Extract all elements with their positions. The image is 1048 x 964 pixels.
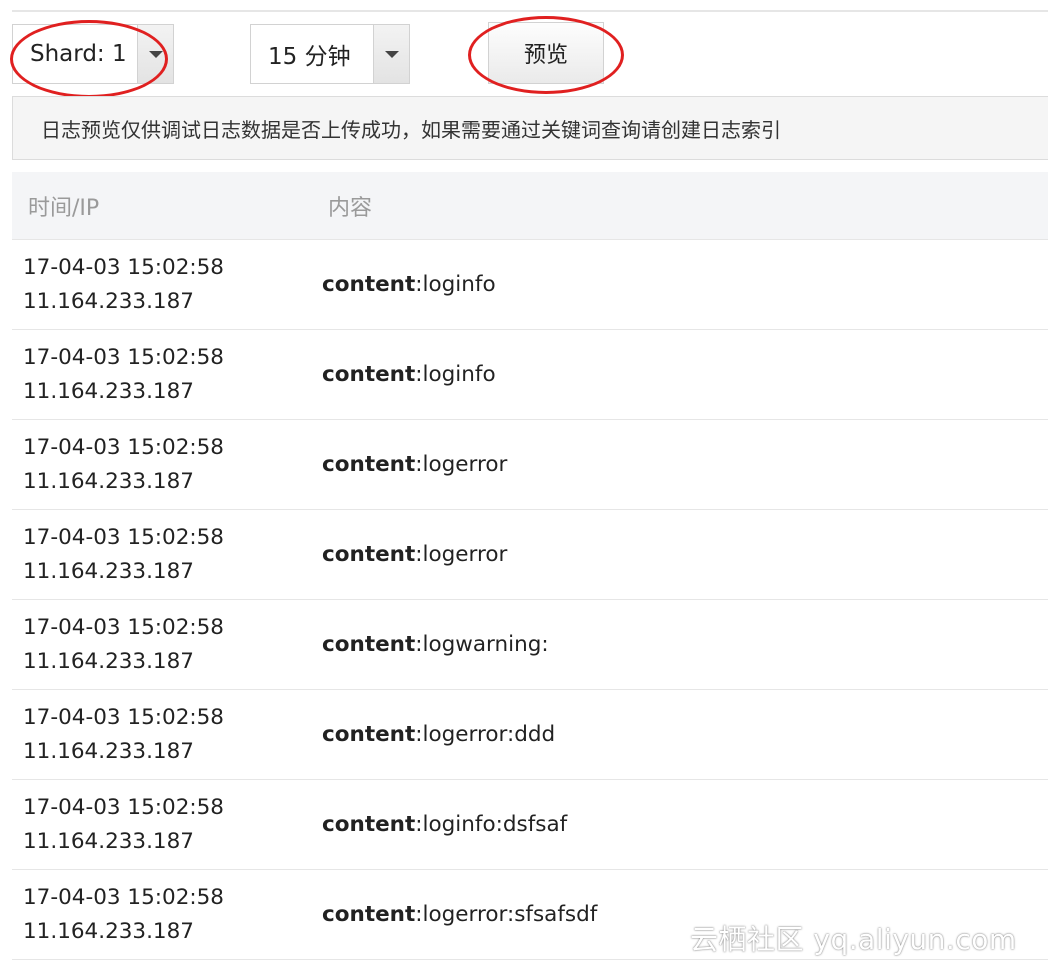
content-key: content: [322, 362, 416, 387]
log-ip: 11.164.233.187: [23, 468, 194, 494]
content-cell: content:logwarning:: [312, 632, 549, 657]
table-row[interactable]: 17-04-03 15:02:58 11.164.233.187 content:l…: [12, 240, 1048, 330]
content-key: content: [322, 902, 416, 927]
shard-select[interactable]: Shard: 1: [12, 24, 174, 84]
time-ip-cell: 17-04-03 15:02:58 11.164.233.187: [12, 521, 312, 589]
log-ip: 11.164.233.187: [23, 828, 194, 854]
notice-text: 日志预览仅供调试日志数据是否上传成功，如果需要通过关键词查询请创建日志索引: [41, 117, 781, 142]
log-ip: 11.164.233.187: [23, 918, 194, 944]
time-ip-cell: 17-04-03 15:02:58 11.164.233.187: [12, 611, 312, 679]
time-ip-cell: 17-04-03 15:02:58 11.164.233.187: [12, 251, 312, 319]
log-time: 17-04-03 15:02:58: [23, 344, 224, 370]
watermark: 云栖社区 yq.aliyun.com: [690, 923, 1017, 956]
time-ip-cell: 17-04-03 15:02:58 11.164.233.187: [12, 431, 312, 499]
log-ip: 11.164.233.187: [23, 378, 194, 404]
log-time: 17-04-03 15:02:58: [23, 794, 224, 820]
log-time: 17-04-03 15:02:58: [23, 254, 224, 280]
content-value: :logerror:sfsafsdf: [415, 902, 598, 927]
table-row[interactable]: 17-04-03 15:02:58 11.164.233.187 content:l…: [12, 600, 1048, 690]
shard-select-value: Shard: 1: [30, 41, 127, 67]
content-key: content: [322, 632, 416, 657]
log-table: 时间/IP 内容 17-04-03 15:02:58 11.164.233.187…: [12, 172, 1048, 960]
column-header-content: 内容: [328, 195, 373, 221]
content-cell: content:loginfo: [312, 362, 496, 387]
table-row[interactable]: 17-04-03 15:02:58 11.164.233.187 content:l…: [12, 510, 1048, 600]
content-cell: content:logerror: [312, 452, 507, 477]
shard-dropdown-button[interactable]: [137, 25, 173, 83]
table-header: 时间/IP 内容: [12, 172, 1048, 240]
log-time: 17-04-03 15:02:58: [23, 524, 224, 550]
time-range-dropdown-button[interactable]: [373, 25, 409, 83]
log-time: 17-04-03 15:02:58: [23, 614, 224, 640]
content-cell: content:logerror: [312, 542, 507, 567]
time-range-select[interactable]: 15 分钟: [250, 24, 410, 84]
content-cell: content:loginfo:dsfsaf: [312, 812, 567, 837]
notice-banner: 日志预览仅供调试日志数据是否上传成功，如果需要通过关键词查询请创建日志索引: [12, 96, 1048, 160]
log-time: 17-04-03 15:02:58: [23, 704, 224, 730]
log-time: 17-04-03 15:02:58: [23, 434, 224, 460]
chevron-down-icon: [148, 50, 163, 58]
content-value: :logwarning:: [415, 632, 549, 657]
table-row[interactable]: 17-04-03 15:02:58 11.164.233.187 content:l…: [12, 690, 1048, 780]
time-ip-cell: 17-04-03 15:02:58 11.164.233.187: [12, 701, 312, 769]
content-value: :logerror: [415, 542, 508, 567]
log-ip: 11.164.233.187: [23, 558, 194, 584]
content-key: content: [322, 452, 416, 477]
table-row[interactable]: 17-04-03 15:02:58 11.164.233.187 content:l…: [12, 420, 1048, 510]
content-cell: content:logerror:sfsafsdf: [312, 902, 597, 927]
preview-button[interactable]: 预览: [488, 22, 604, 84]
log-ip: 11.164.233.187: [23, 738, 194, 764]
chevron-down-icon: [384, 50, 399, 58]
content-key: content: [322, 272, 416, 297]
content-value: :loginfo:dsfsaf: [415, 812, 568, 837]
time-ip-cell: 17-04-03 15:02:58 11.164.233.187: [12, 791, 312, 859]
content-key: content: [322, 542, 416, 567]
content-value: :loginfo: [415, 362, 496, 387]
content-cell: content:loginfo: [312, 272, 496, 297]
table-row[interactable]: 17-04-03 15:02:58 11.164.233.187 content:l…: [12, 330, 1048, 420]
content-value: :logerror: [415, 452, 508, 477]
column-header-time-ip: 时间/IP: [28, 195, 100, 221]
time-ip-cell: 17-04-03 15:02:58 11.164.233.187: [12, 341, 312, 409]
content-value: :loginfo: [415, 272, 496, 297]
content-value: :logerror:ddd: [415, 722, 556, 747]
log-ip: 11.164.233.187: [23, 288, 194, 314]
log-time: 17-04-03 15:02:58: [23, 884, 224, 910]
content-cell: content:logerror:ddd: [312, 722, 555, 747]
log-ip: 11.164.233.187: [23, 648, 194, 674]
content-key: content: [322, 722, 416, 747]
time-range-select-value: 15 分钟: [268, 44, 351, 70]
top-divider: [12, 10, 1048, 12]
table-row[interactable]: 17-04-03 15:02:58 11.164.233.187 content:l…: [12, 780, 1048, 870]
time-ip-cell: 17-04-03 15:02:58 11.164.233.187: [12, 881, 312, 949]
table-body: 17-04-03 15:02:58 11.164.233.187 content:l…: [12, 240, 1048, 960]
content-key: content: [322, 812, 416, 837]
